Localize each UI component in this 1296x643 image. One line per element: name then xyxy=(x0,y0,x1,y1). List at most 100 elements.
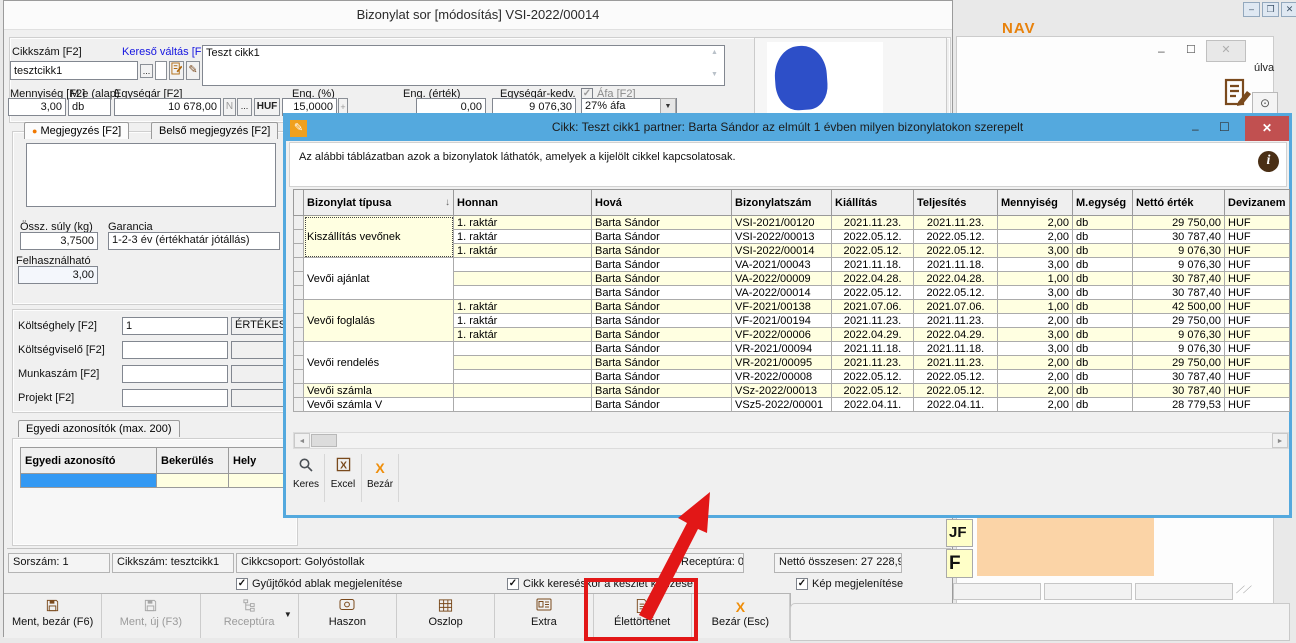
table-cell[interactable]: Barta Sándor xyxy=(592,216,732,230)
info-icon[interactable]: i xyxy=(1258,151,1279,172)
table-cell[interactable]: 28 779,53 xyxy=(1133,398,1225,412)
table-cell[interactable]: 2021.11.23. xyxy=(914,314,998,328)
cikk-kereses-checkbox[interactable]: ✓ xyxy=(507,578,519,590)
table-cell[interactable]: HUF xyxy=(1225,272,1290,286)
table-cell[interactable]: 1,00 xyxy=(998,300,1073,314)
table-cell[interactable]: 30 787,40 xyxy=(1133,384,1225,398)
doc-type-cell[interactable]: Vevői számla V xyxy=(304,398,454,412)
table-cell[interactable]: Barta Sándor xyxy=(592,286,732,300)
table-cell[interactable]: db xyxy=(1073,244,1133,258)
table-cell[interactable] xyxy=(454,342,592,356)
button-5[interactable]: Extra xyxy=(495,594,593,638)
table-cell[interactable]: Barta Sándor xyxy=(592,300,732,314)
table-cell[interactable] xyxy=(454,272,592,286)
table-cell[interactable]: 9 076,30 xyxy=(1133,258,1225,272)
scrollbar-thumb[interactable] xyxy=(311,434,337,447)
table-cell[interactable]: Barta Sándor xyxy=(592,328,732,342)
doc-type-cell[interactable]: Vevői rendelés xyxy=(304,342,454,384)
egyedi-column-header[interactable]: Egyedi azonosító xyxy=(21,448,157,474)
column-header[interactable]: Hová xyxy=(592,190,732,216)
cikk-nev-textarea[interactable]: Teszt cikk1 xyxy=(202,45,725,86)
doc-type-cell[interactable]: Vevői számla xyxy=(304,384,454,398)
table-cell[interactable]: 2021.11.18. xyxy=(914,258,998,272)
table-cell[interactable]: 2022.05.12. xyxy=(914,230,998,244)
scroll-up-icon[interactable]: ▲ xyxy=(711,49,718,56)
row-header[interactable] xyxy=(294,300,304,314)
dialog-bezár-button[interactable]: XBezár xyxy=(362,454,399,502)
table-cell[interactable]: 2021.11.23. xyxy=(832,216,914,230)
table-cell[interactable]: Barta Sándor xyxy=(592,272,732,286)
table-cell[interactable]: db xyxy=(1073,230,1133,244)
table-cell[interactable]: db xyxy=(1073,398,1133,412)
table-cell[interactable]: db xyxy=(1073,328,1133,342)
table-cell[interactable]: HUF xyxy=(1225,244,1290,258)
table-cell[interactable]: db xyxy=(1073,258,1133,272)
table-cell[interactable]: HUF xyxy=(1225,398,1290,412)
table-cell[interactable]: 2022.05.12. xyxy=(914,384,998,398)
column-header[interactable]: Bizonylatszám xyxy=(732,190,832,216)
row-header[interactable] xyxy=(294,314,304,328)
table-cell[interactable]: Barta Sándor xyxy=(592,384,732,398)
table-cell[interactable]: 1. raktár xyxy=(454,328,592,342)
table-cell[interactable]: 3,00 xyxy=(998,342,1073,356)
scroll-right-icon[interactable]: ► xyxy=(1272,433,1288,448)
table-cell[interactable]: VSz-2022/00013 xyxy=(732,384,832,398)
table-cell[interactable]: Barta Sándor xyxy=(592,342,732,356)
table-cell[interactable]: HUF xyxy=(1225,356,1290,370)
tab-egyedi-azonositok[interactable]: Egyedi azonosítók (max. 200) xyxy=(18,420,180,437)
column-header[interactable]: Bizonylat típusa↓ xyxy=(304,190,454,216)
table-cell[interactable]: db xyxy=(1073,356,1133,370)
table-cell[interactable]: 2021.11.18. xyxy=(914,342,998,356)
outer-minimize-button[interactable]: – xyxy=(1243,2,1260,17)
table-cell[interactable]: VA-2022/00014 xyxy=(732,286,832,300)
egyedi-column-header[interactable]: Bekerülés xyxy=(157,448,229,474)
table-cell[interactable]: 2022.04.11. xyxy=(832,398,914,412)
table-cell[interactable]: Barta Sándor xyxy=(592,398,732,412)
kep-checkbox[interactable]: ✓ xyxy=(796,578,808,590)
pencil-icon[interactable]: ✎ xyxy=(186,61,200,80)
table-cell[interactable]: VA-2022/00009 xyxy=(732,272,832,286)
gyujtokod-checkbox[interactable]: ✓ xyxy=(236,578,248,590)
table-cell[interactable]: 29 750,00 xyxy=(1133,314,1225,328)
doc-type-cell[interactable]: Vevői ajánlat xyxy=(304,258,454,300)
table-cell[interactable] xyxy=(454,398,592,412)
bg-minimize-button[interactable]: – xyxy=(1158,44,1165,58)
table-cell[interactable] xyxy=(454,356,592,370)
table-cell[interactable]: 1,00 xyxy=(998,272,1073,286)
table-cell[interactable]: 2022.04.29. xyxy=(914,328,998,342)
table-cell[interactable]: 2022.04.11. xyxy=(914,398,998,412)
table-cell[interactable]: 2,00 xyxy=(998,216,1073,230)
table-cell[interactable]: 2022.05.12. xyxy=(832,384,914,398)
koltseghely-input[interactable] xyxy=(122,317,228,335)
munkaszam-input[interactable] xyxy=(122,365,228,383)
scroll-down-icon[interactable]: ▼ xyxy=(711,71,718,78)
table-cell[interactable]: VSI-2021/00120 xyxy=(732,216,832,230)
table-cell[interactable]: 2,00 xyxy=(998,356,1073,370)
dialog-minimize-button[interactable]: – xyxy=(1192,123,1199,135)
edit-note-icon[interactable] xyxy=(169,61,184,80)
table-cell[interactable]: 3,00 xyxy=(998,286,1073,300)
table-cell[interactable]: HUF xyxy=(1225,342,1290,356)
table-cell[interactable]: 2021.11.18. xyxy=(832,258,914,272)
row-header[interactable] xyxy=(294,384,304,398)
table-cell[interactable]: 2022.05.12. xyxy=(832,286,914,300)
table-cell[interactable]: 29 750,00 xyxy=(1133,356,1225,370)
row-header[interactable] xyxy=(294,258,304,272)
table-cell[interactable]: 2022.05.12. xyxy=(832,370,914,384)
camera-tool-button[interactable]: ⊙ xyxy=(1252,92,1278,114)
table-cell[interactable]: 29 750,00 xyxy=(1133,216,1225,230)
table-cell[interactable]: 3,00 xyxy=(998,258,1073,272)
table-cell[interactable]: db xyxy=(1073,216,1133,230)
ossz-suly-input[interactable] xyxy=(20,232,98,250)
table-cell[interactable]: 1. raktár xyxy=(454,230,592,244)
table-cell[interactable]: 2,00 xyxy=(998,370,1073,384)
egyedi-cell[interactable] xyxy=(157,474,229,488)
edit-document-icon[interactable] xyxy=(1222,76,1254,113)
table-cell[interactable]: HUF xyxy=(1225,230,1290,244)
column-header[interactable]: Honnan xyxy=(454,190,592,216)
column-header[interactable]: Mennyiség xyxy=(998,190,1073,216)
table-cell[interactable] xyxy=(454,286,592,300)
table-cell[interactable]: 2022.04.28. xyxy=(914,272,998,286)
egyedi-cell[interactable] xyxy=(21,474,157,488)
row-header[interactable] xyxy=(294,328,304,342)
